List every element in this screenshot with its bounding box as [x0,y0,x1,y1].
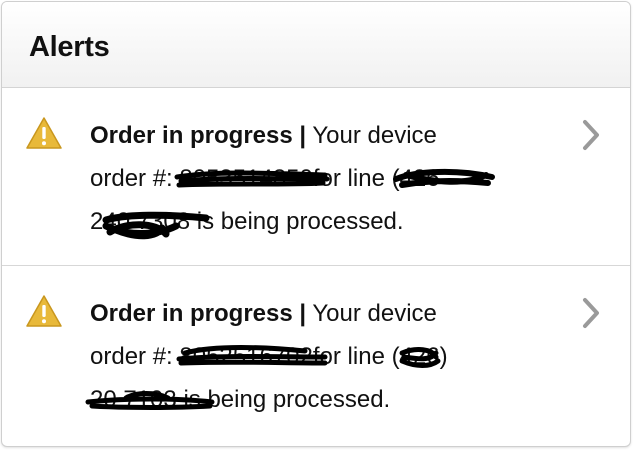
redaction-scribble [174,170,330,188]
chevron-right-icon[interactable] [582,118,600,152]
redaction-scribble [399,347,441,368]
alert-text: is being processed. [196,208,404,235]
order-number-redacted: 8053514850 [174,157,330,200]
warning-icon [26,295,62,327]
alert-text: Your device [312,300,437,327]
line-area-redacted: 426 [399,335,441,378]
redaction-scribble [392,168,495,188]
redaction-scribble [102,211,210,240]
warning-icon [26,117,62,149]
line-rest-redacted: 20 7103 [85,378,215,421]
alert-message: Order in progress | Your device order #:… [90,114,520,243]
order-number-redacted: 8052516702 [176,335,328,378]
line-area-redacted: 426 [392,157,495,200]
page-title: Alerts [29,31,110,63]
alert-text: Your device [312,122,437,149]
alerts-panel: Alerts Order in progress | Your device o… [1,1,631,447]
alert-item[interactable]: Order in progress | Your device order #:… [2,88,630,266]
alert-text: order #: [90,165,173,192]
alerts-header: Alerts [2,2,630,88]
alert-message: Order in progress | Your device order #:… [85,292,520,421]
alert-text: order #: [90,343,173,370]
redaction-scribble [176,345,328,366]
alert-title: Order in progress | [90,122,307,149]
redaction-scribble [85,391,215,410]
line-rest-redacted: 240 7308 [90,200,210,243]
chevron-right-icon[interactable] [582,296,600,330]
alert-title: Order in progress | [90,300,307,327]
alert-item[interactable]: Order in progress | Your device order #:… [2,266,630,444]
